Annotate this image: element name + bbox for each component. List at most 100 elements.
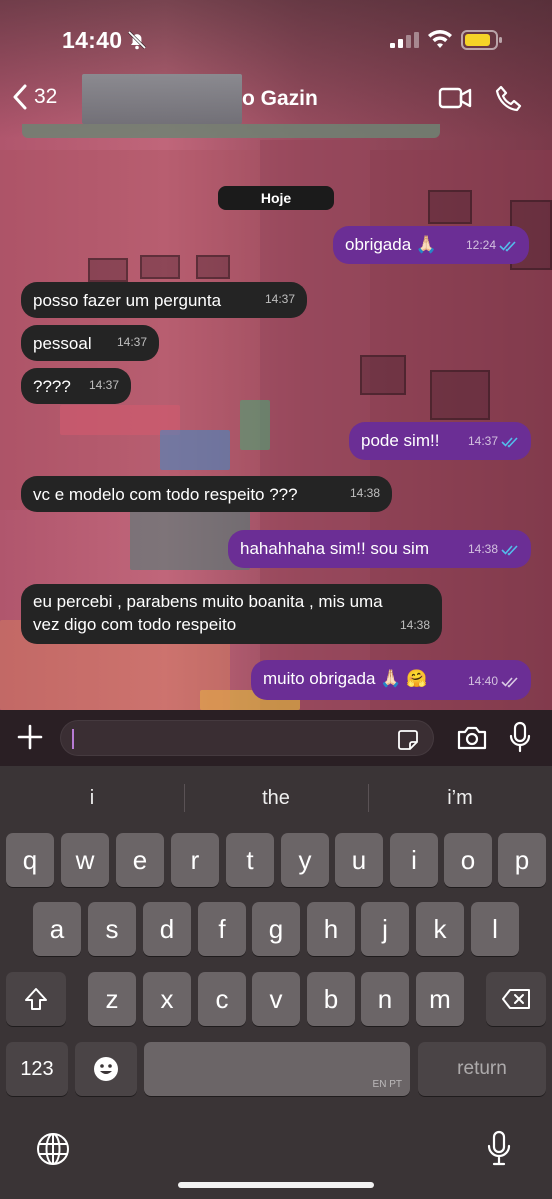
message-time: 14:38 — [399, 618, 430, 632]
chat-header: 32 o Gazin — [0, 70, 552, 128]
message-meta: 14:37 — [468, 430, 519, 453]
globe-icon[interactable] — [36, 1132, 70, 1166]
bell-off-icon — [127, 30, 147, 50]
redacted-avatar-name — [82, 74, 242, 124]
key-s[interactable]: s — [88, 902, 136, 956]
message-bubble-out[interactable]: muito obrigada 🙏🏻 🤗 14:40 — [251, 660, 531, 700]
key-z[interactable]: z — [88, 972, 136, 1026]
backspace-icon — [502, 989, 530, 1009]
key-f[interactable]: f — [198, 902, 246, 956]
message-time: 14:37 — [88, 378, 119, 392]
message-bubble-in[interactable]: vc e modelo com todo respeito ??? 14:38 — [21, 476, 392, 512]
pinned-banner[interactable] — [22, 124, 440, 138]
read-ticks-icon — [501, 544, 518, 556]
message-bubble-out[interactable]: obrigada 🙏🏻 12:24 — [333, 226, 529, 264]
key-j[interactable]: j — [361, 902, 409, 956]
key-g[interactable]: g — [252, 902, 300, 956]
key-a[interactable]: a — [33, 902, 81, 956]
key-o[interactable]: o — [444, 833, 492, 887]
video-call-icon[interactable] — [438, 85, 472, 111]
key-p[interactable]: p — [498, 833, 546, 887]
message-text: pessoal — [33, 334, 92, 353]
key-n[interactable]: n — [361, 972, 409, 1026]
phone-icon[interactable] — [494, 84, 524, 114]
message-time: 14:38 — [349, 486, 380, 500]
message-meta: 14:38 — [468, 538, 519, 561]
predictive-bar: i the i’m — [0, 778, 552, 818]
key-x[interactable]: x — [143, 972, 191, 1026]
delivered-ticks-icon — [501, 676, 518, 688]
suggestion[interactable]: the — [184, 778, 368, 818]
message-time: 14:40 — [467, 674, 498, 688]
message-meta: 14:40 — [468, 670, 519, 693]
message-time: 14:37 — [467, 434, 498, 448]
back-button[interactable]: 32 — [12, 84, 57, 110]
message-text: hahahhaha sim!! sou sim — [240, 539, 429, 558]
message-input[interactable] — [60, 720, 434, 756]
message-composer — [0, 710, 552, 766]
chat-screen: 14:40 32 o Gazin Hoje obrigada 🙏🏻 12:24 … — [0, 0, 552, 1199]
message-time: 14:38 — [467, 542, 498, 556]
key-d[interactable]: d — [143, 902, 191, 956]
shift-icon — [25, 988, 47, 1010]
space-key[interactable]: EN PT — [144, 1042, 410, 1096]
emoji-icon — [94, 1057, 118, 1081]
message-text: posso fazer um pergunta — [33, 291, 222, 310]
microphone-icon[interactable] — [508, 721, 532, 753]
key-y[interactable]: y — [281, 833, 329, 887]
wifi-icon — [428, 30, 452, 48]
message-bubble-in[interactable]: pessoal 14:37 — [21, 325, 159, 361]
status-time: 14:40 — [62, 27, 123, 53]
key-w[interactable]: w — [61, 833, 109, 887]
unread-count: 32 — [34, 85, 58, 108]
chevron-left-icon — [13, 84, 27, 110]
key-k[interactable]: k — [416, 902, 464, 956]
message-bubble-in[interactable]: eu percebi , parabens muito boanita , mi… — [21, 584, 442, 644]
message-text: muito obrigada 🙏🏻 🤗 — [263, 669, 428, 688]
suggestion[interactable]: i’m — [368, 778, 552, 818]
camera-icon[interactable] — [456, 724, 488, 752]
key-r[interactable]: r — [171, 833, 219, 887]
key-h[interactable]: h — [307, 902, 355, 956]
message-bubble-out[interactable]: pode sim!! 14:37 — [349, 422, 531, 460]
message-time: 12:24 — [465, 238, 496, 252]
message-text: vc e modelo com todo respeito ??? — [33, 485, 298, 504]
message-time: 14:37 — [264, 292, 295, 306]
read-ticks-icon — [499, 240, 516, 252]
message-text-line1: eu percebi , parabens muito boanita , mi… — [33, 592, 383, 611]
message-text: pode sim!! — [361, 431, 440, 450]
message-bubble-out[interactable]: hahahhaha sim!! sou sim 14:38 — [228, 530, 531, 568]
key-i[interactable]: i — [390, 833, 438, 887]
home-indicator[interactable] — [178, 1182, 374, 1188]
key-u[interactable]: u — [335, 833, 383, 887]
message-bubble-in[interactable]: ???? 14:37 — [21, 368, 131, 404]
contact-name[interactable]: o Gazin — [242, 87, 318, 111]
sticker-icon[interactable] — [397, 729, 419, 751]
message-time: 14:37 — [116, 335, 147, 349]
date-separator: Hoje — [218, 186, 334, 210]
signal-icon — [390, 32, 419, 48]
key-e[interactable]: e — [116, 833, 164, 887]
key-t[interactable]: t — [226, 833, 274, 887]
battery-icon — [461, 30, 502, 50]
shift-key[interactable] — [6, 972, 66, 1026]
key-b[interactable]: b — [307, 972, 355, 1026]
text-caret — [72, 729, 74, 749]
emoji-key[interactable] — [75, 1042, 137, 1096]
numbers-key[interactable]: 123 — [6, 1042, 68, 1096]
read-ticks-icon — [501, 436, 518, 448]
message-bubble-in[interactable]: posso fazer um pergunta 14:37 — [21, 282, 307, 318]
key-l[interactable]: l — [471, 902, 519, 956]
key-m[interactable]: m — [416, 972, 464, 1026]
delete-key[interactable] — [486, 972, 546, 1026]
message-text: ???? — [33, 377, 71, 396]
key-c[interactable]: c — [198, 972, 246, 1026]
keyboard: i the i’m q w e r t y u i o p a s d f g … — [0, 766, 552, 1199]
suggestion[interactable]: i — [0, 778, 184, 818]
key-v[interactable]: v — [252, 972, 300, 1026]
dictation-mic-icon[interactable] — [486, 1130, 512, 1166]
message-text: obrigada 🙏🏻 — [345, 235, 438, 254]
plus-icon[interactable] — [16, 723, 44, 751]
return-key[interactable]: return — [418, 1042, 546, 1096]
key-q[interactable]: q — [6, 833, 54, 887]
